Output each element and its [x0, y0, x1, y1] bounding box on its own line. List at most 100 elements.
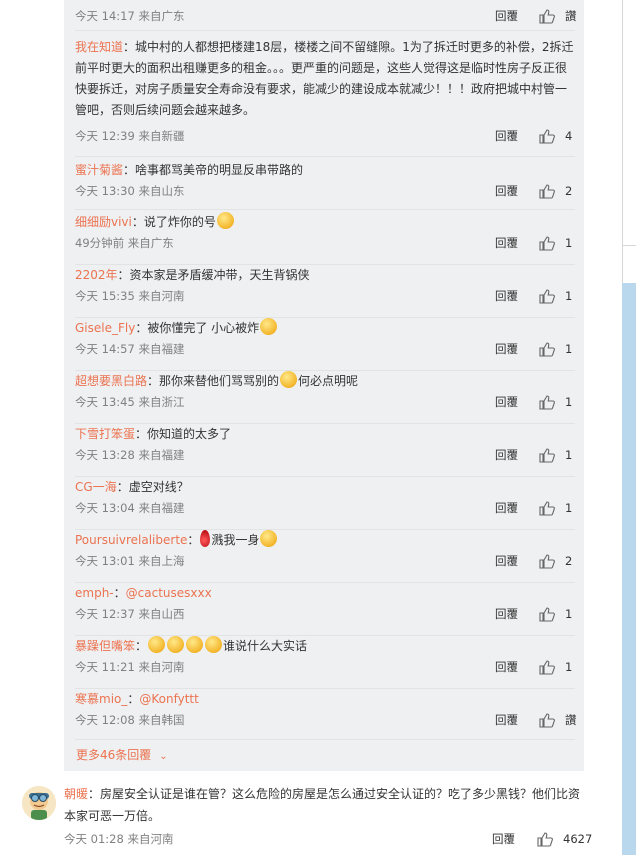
- like-button[interactable]: 1: [539, 234, 575, 252]
- reply-time: 今天 13:45 来自浙江: [75, 395, 185, 409]
- like-button[interactable]: 1: [539, 605, 575, 623]
- thumbs-up-icon: [539, 553, 555, 569]
- comment-username[interactable]: 朝暖: [64, 787, 88, 801]
- reply-button[interactable]: 回覆: [495, 446, 518, 464]
- more-replies-label: 更多46条回覆: [76, 748, 152, 762]
- like-button[interactable]: 讚: [539, 7, 577, 25]
- reply-button[interactable]: 回覆: [495, 234, 518, 252]
- reply-username[interactable]: 蜜汁菊酱: [75, 163, 123, 177]
- reply-item: Poursuivrelaliberte： 溅我一身 今天 13:01 来自上海 回…: [75, 530, 575, 583]
- laugh-cry-emoji-icon: [167, 636, 185, 653]
- reply-button[interactable]: 回覆: [495, 658, 518, 676]
- laugh-cry-emoji-icon: [205, 636, 223, 653]
- mention-link[interactable]: @Konfyttt: [139, 692, 198, 706]
- like-button[interactable]: 1: [539, 393, 575, 411]
- thumbs-up-icon: [539, 288, 555, 304]
- reply-button[interactable]: 回覆: [495, 287, 518, 305]
- reply-username[interactable]: 下雪打笨蛋: [75, 427, 135, 441]
- reply-time: 今天 13:01 来自上海: [75, 554, 185, 568]
- reply-text: 蜜汁菊酱：啥事都骂美帝的明显反串带路的: [75, 160, 575, 181]
- reply-content: 谁说什么大实话: [223, 639, 308, 653]
- like-count: 1: [565, 236, 573, 250]
- reply-text: 下雪打笨蛋：你知道的太多了: [75, 424, 575, 445]
- thumbs-up-icon: [539, 128, 555, 144]
- reply-button[interactable]: 回覆: [495, 552, 518, 570]
- reply-username[interactable]: 我在知道: [75, 40, 123, 54]
- like-button[interactable]: 1: [539, 446, 575, 464]
- thumbs-up-icon: [539, 183, 555, 199]
- like-button[interactable]: 2: [539, 552, 575, 570]
- reply-item: 细细励vivi：说了炸你的号 49分钟前 来自广东 回覆 1: [75, 212, 575, 265]
- like-count: 讚: [565, 713, 577, 727]
- reply-button[interactable]: 回覆: [495, 499, 518, 517]
- reply-button[interactable]: 回覆: [495, 711, 518, 729]
- reply-username[interactable]: 2202年: [75, 268, 118, 282]
- scared-emoji-icon: [260, 318, 278, 335]
- side-widget: [622, 0, 636, 283]
- reply-username[interactable]: Poursuivrelaliberte: [75, 533, 187, 547]
- laugh-cry-emoji-icon: [186, 636, 204, 653]
- reply-text: Poursuivrelaliberte： 溅我一身: [75, 530, 575, 551]
- reply-content: ：城中村的人都想把楼建18层，楼楼之间不留缝隙。1为了拆迁时更多的补偿，2拆迁前…: [75, 40, 574, 117]
- reply-item: 我在知道：城中村的人都想把楼建18层，楼楼之间不留缝隙。1为了拆迁时更多的补偿，…: [75, 37, 575, 157]
- thumbs-up-icon: [539, 235, 555, 251]
- like-count: 1: [565, 395, 573, 409]
- like-count: 2: [565, 554, 573, 568]
- reply-username[interactable]: CG一海: [75, 480, 117, 494]
- main-comment-meta: 今天 01:28 来自河南 回覆 4627: [64, 830, 592, 848]
- like-count: 1: [565, 342, 573, 356]
- mention-link[interactable]: @cactusesxxx: [126, 586, 212, 600]
- reply-username[interactable]: 暴躁但嘴笨: [75, 639, 135, 653]
- reply-username[interactable]: 寒慕mio_: [75, 692, 127, 706]
- like-button[interactable]: 4627: [537, 830, 592, 848]
- reply-content: ：: [135, 639, 148, 653]
- like-count: 1: [565, 501, 573, 515]
- like-button[interactable]: 4: [539, 127, 575, 145]
- like-button[interactable]: 1: [539, 340, 575, 358]
- reply-username[interactable]: Gisele_Fly: [75, 321, 135, 335]
- reply-item: 今天 14:17 来自广东 回覆 讚: [75, 0, 577, 31]
- reply-button[interactable]: 回覆: [495, 393, 518, 411]
- reply-content: ：说了炸你的号: [131, 215, 216, 229]
- reply-button[interactable]: 回覆: [495, 605, 518, 623]
- main-comment-text: 朝暖：房屋安全认证是谁在管？这么危险的房屋是怎么通过安全认证的？吃了多少黑钱？他…: [64, 783, 584, 827]
- like-button[interactable]: 讚: [539, 711, 577, 729]
- reply-username[interactable]: emph-: [75, 586, 114, 600]
- reply-time: 今天 15:35 来自河南: [75, 289, 185, 303]
- like-button[interactable]: 1: [539, 499, 575, 517]
- like-button[interactable]: 1: [539, 658, 575, 676]
- like-count: 1: [565, 289, 573, 303]
- reply-item: 寒慕mio_：@Konfyttt 今天 12:08 来自韩国 回覆 讚: [75, 689, 577, 740]
- reply-button[interactable]: 回覆: [495, 127, 518, 145]
- reply-text: emph-：@cactusesxxx: [75, 583, 575, 604]
- reply-button[interactable]: 回覆: [492, 830, 515, 848]
- comment-content: ：房屋安全认证是谁在管？这么危险的房屋是怎么通过安全认证的？吃了多少黑钱？他们比…: [64, 787, 581, 823]
- reply-time: 今天 12:39 来自新疆: [75, 129, 185, 143]
- avatar[interactable]: [22, 786, 56, 820]
- reply-content: 何必点明呢: [298, 374, 359, 388]
- reply-time: 今天 13:30 来自山东: [75, 184, 185, 198]
- reply-button[interactable]: 回覆: [495, 7, 518, 25]
- reply-button[interactable]: 回覆: [495, 182, 518, 200]
- like-count: 1: [565, 660, 573, 674]
- reply-content: ：啥事都骂美帝的明显反串带路的: [123, 163, 304, 177]
- doge-emoji-icon: [280, 371, 298, 388]
- like-count: 2: [565, 184, 573, 198]
- reply-time: 今天 13:28 来自福建: [75, 448, 185, 462]
- like-button[interactable]: 2: [539, 182, 575, 200]
- like-count: 1: [565, 607, 573, 621]
- reply-text: 寒慕mio_：@Konfyttt: [75, 689, 575, 710]
- reply-text: 细细励vivi：说了炸你的号: [75, 212, 575, 233]
- like-button[interactable]: 1: [539, 287, 575, 305]
- reply-button[interactable]: 回覆: [495, 340, 518, 358]
- comment-time: 今天 01:28 来自河南: [64, 832, 174, 846]
- reply-item: emph-：@cactusesxxx 今天 12:37 来自山西 回覆 1: [75, 583, 575, 636]
- reply-item: 2202年：资本家是矛盾缓冲带，天生背锅侠 今天 15:35 来自河南 回覆 1: [75, 265, 575, 318]
- reply-username[interactable]: 超想要黑白路: [75, 374, 147, 388]
- more-replies-link[interactable]: 更多46条回覆 ⌄: [76, 746, 168, 763]
- reply-content: ：: [113, 586, 126, 600]
- sweat-emoji-icon: [260, 530, 278, 547]
- reply-username[interactable]: 细细励vivi: [75, 215, 132, 229]
- avatar-image: [22, 786, 56, 820]
- like-count: 4627: [563, 832, 593, 846]
